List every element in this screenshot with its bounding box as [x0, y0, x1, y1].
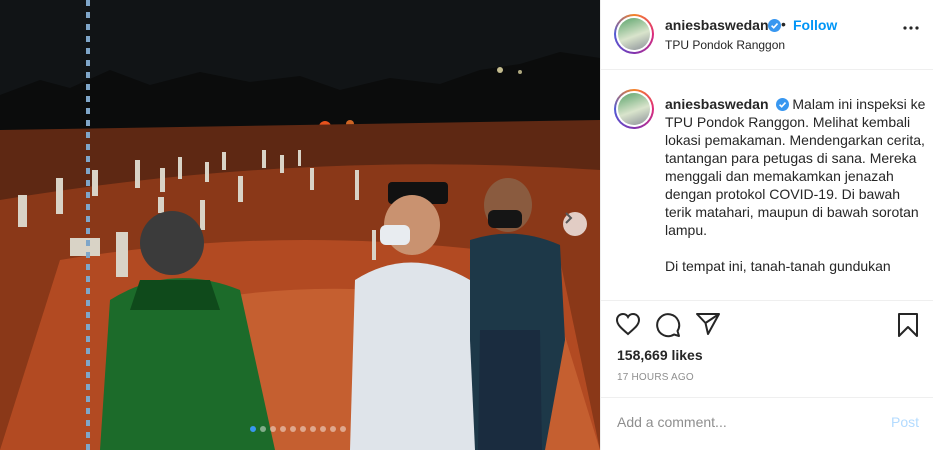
- carousel-dot: [310, 426, 316, 432]
- carousel-dot: [330, 426, 336, 432]
- profile-picture: [618, 18, 650, 50]
- carousel-dot: [250, 426, 256, 432]
- comment-input[interactable]: [617, 412, 877, 432]
- username-link[interactable]: aniesbaswedan: [665, 17, 769, 33]
- carousel-dot: [290, 426, 296, 432]
- post-caption: aniesbaswedan Malam ini inspeksi ke TPU …: [665, 95, 927, 275]
- like-count[interactable]: 158,669 likes: [617, 347, 703, 363]
- post-photo[interactable]: [0, 0, 600, 450]
- caption-area: aniesbaswedan Malam ini inspeksi ke TPU …: [601, 71, 933, 299]
- caption-username[interactable]: aniesbaswedan: [665, 96, 769, 112]
- carousel-dot: [340, 426, 346, 432]
- comment-bar: Post: [601, 397, 933, 450]
- verified-badge-icon: [775, 98, 789, 111]
- carousel-dot: [270, 426, 276, 432]
- bookmark-icon[interactable]: [897, 312, 919, 338]
- more-options-icon[interactable]: [903, 26, 919, 30]
- post-header: aniesbaswedan • Follow TPU Pondok Ranggo…: [601, 0, 933, 70]
- carousel-dot: [300, 426, 306, 432]
- carousel-indicator: [250, 426, 346, 432]
- carousel-dot: [280, 426, 286, 432]
- follow-separator: •: [781, 16, 786, 32]
- caption-text: Malam ini inspeksi ke TPU Pondok Ranggon…: [665, 96, 926, 238]
- carousel-dot: [260, 426, 266, 432]
- avatar[interactable]: [614, 89, 654, 129]
- post-sidebar: aniesbaswedan • Follow TPU Pondok Ranggo…: [600, 0, 933, 450]
- carousel-next-button[interactable]: [563, 212, 587, 236]
- paper-plane-icon[interactable]: [695, 312, 721, 336]
- location-link[interactable]: TPU Pondok Ranggon: [665, 38, 785, 52]
- follow-button[interactable]: Follow: [793, 17, 837, 33]
- graveyard-night-scene: [0, 0, 600, 450]
- verified-badge-icon: [768, 19, 781, 32]
- comment-bubble-icon[interactable]: [655, 312, 681, 338]
- post-comment-button[interactable]: Post: [891, 414, 919, 430]
- caption-text-continued: Di tempat ini, tanah-tanah gundukan: [665, 258, 891, 274]
- heart-icon[interactable]: [615, 312, 641, 336]
- post-timestamp[interactable]: 17 HOURS AGO: [617, 372, 694, 383]
- chevron-right-icon: [565, 212, 573, 224]
- post-actions: 158,669 likes 17 HOURS AGO: [601, 300, 933, 402]
- carousel-dot: [320, 426, 326, 432]
- profile-picture: [618, 93, 650, 125]
- avatar[interactable]: [614, 14, 654, 54]
